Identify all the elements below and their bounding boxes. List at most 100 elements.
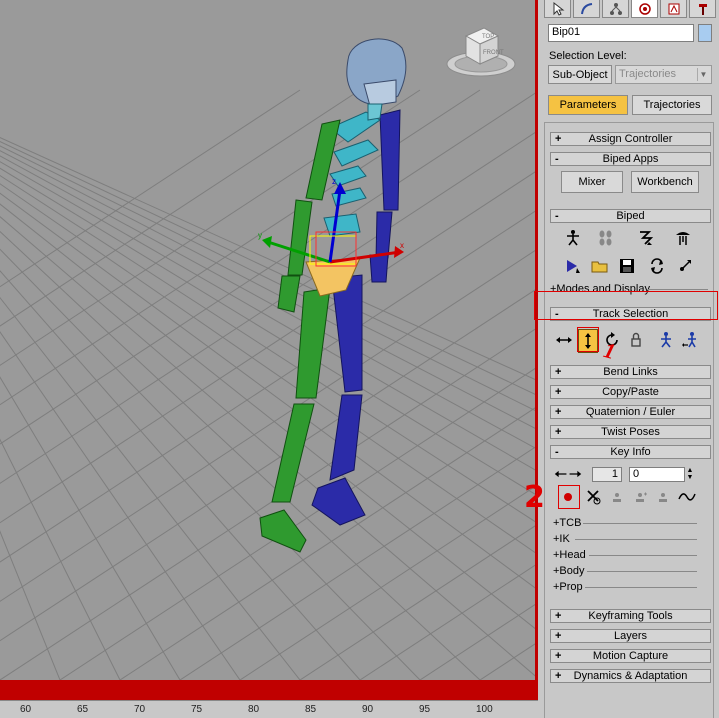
save-file-icon[interactable]	[616, 255, 638, 277]
next-key-icon[interactable]	[568, 463, 582, 485]
figure-mode-icon[interactable]	[562, 227, 584, 249]
biped-right-upper-arm[interactable]	[379, 109, 401, 211]
rollout-title: Assign Controller	[588, 133, 673, 145]
highlight-box-body-vertical	[577, 327, 599, 352]
expand-icon: +	[555, 366, 562, 378]
expand-icon: +	[555, 670, 562, 682]
modify-tab-arc-icon[interactable]	[573, 0, 600, 18]
time-slider[interactable]	[0, 680, 538, 700]
key-info-prop-section[interactable]: +Prop	[553, 581, 583, 593]
rollout-motion-capture[interactable]: + Motion Capture	[550, 649, 711, 663]
footstep-mode-icon[interactable]	[595, 227, 617, 249]
rollout-title: Twist Poses	[601, 426, 660, 438]
rollout-title: Motion Capture	[592, 650, 669, 662]
motion-flow-mode-icon[interactable]	[635, 227, 657, 249]
object-color-swatch[interactable]	[698, 24, 712, 42]
lock-cop-icon[interactable]	[625, 329, 647, 351]
utilities-tab-hammer-icon[interactable]	[689, 0, 716, 18]
body-horizontal-icon[interactable]	[553, 329, 575, 351]
key-info-tcb-section[interactable]: +TCB	[553, 517, 581, 529]
svg-text:y: y	[258, 231, 262, 240]
rollout-title: Key Info	[610, 446, 651, 458]
time-spinner[interactable]: ▲ ▼	[686, 467, 694, 482]
expand-icon: +	[555, 386, 562, 398]
sub-object-button[interactable]: Sub-Object	[548, 65, 612, 84]
trajectories-button[interactable]: Trajectories	[632, 95, 712, 115]
rollout-assign-controller[interactable]: + Assign Controller	[550, 132, 711, 146]
key-info-ik-section[interactable]: +IK	[553, 533, 570, 545]
biped-head[interactable]	[346, 38, 407, 107]
ruler-tick: 100	[476, 704, 493, 715]
playback-icon[interactable]	[562, 255, 584, 277]
rollout-copy-paste[interactable]: + Copy/Paste	[550, 385, 711, 399]
rollout-biped-apps[interactable]: - Biped Apps	[550, 152, 711, 166]
display-tab-icon[interactable]	[660, 0, 687, 18]
expand-icon: +	[555, 426, 562, 438]
collapse-icon: -	[555, 446, 559, 458]
set-planted-key-icon[interactable]	[606, 486, 628, 508]
object-name-field[interactable]: Bip01	[548, 24, 694, 42]
ruler-tick: 60	[20, 704, 32, 715]
convert-icon[interactable]	[646, 255, 668, 277]
expand-icon: +	[555, 610, 562, 622]
rollout-title: Copy/Paste	[602, 386, 659, 398]
rollout-title: Dynamics & Adaptation	[573, 670, 688, 682]
sub-object-dropdown[interactable]: Trajectories ▼	[615, 65, 712, 84]
ruler-tick: 80	[248, 704, 260, 715]
set-sliding-key-icon[interactable]	[629, 486, 651, 508]
mixer-mode-icon[interactable]	[672, 227, 694, 249]
biped-spine-5[interactable]	[323, 213, 361, 237]
motion-tab-icon[interactable]	[631, 0, 658, 18]
rollout-twist-poses[interactable]: + Twist Poses	[550, 425, 711, 439]
rollout-bend-links[interactable]: + Bend Links	[550, 365, 711, 379]
biped-left-calf[interactable]	[271, 403, 315, 503]
ruler-tick: 90	[362, 704, 374, 715]
divider	[589, 555, 697, 556]
biped-figure[interactable]: y x z	[0, 0, 538, 680]
collapse-icon: -	[555, 153, 559, 165]
rollout-title: Biped Apps	[602, 153, 659, 165]
biped-right-foot[interactable]	[311, 477, 366, 526]
symmetrical-icon[interactable]	[655, 329, 677, 351]
rollout-title: Layers	[613, 630, 648, 642]
opposite-icon[interactable]	[679, 329, 701, 351]
hierarchy-tab-icon[interactable]	[602, 0, 629, 18]
rollout-dynamics-adaptation[interactable]: + Dynamics & Adaptation	[550, 669, 711, 683]
biped-left-hand[interactable]	[277, 275, 301, 313]
delete-key-icon[interactable]	[583, 486, 605, 508]
key-time-field[interactable]: 0	[629, 467, 685, 482]
biped-right-hand[interactable]	[369, 254, 389, 283]
biped-left-thigh[interactable]	[295, 287, 331, 399]
biped-right-calf[interactable]	[329, 394, 363, 481]
biped-left-foot[interactable]	[259, 509, 307, 553]
rollout-quaternion-euler[interactable]: + Quaternion / Euler	[550, 405, 711, 419]
key-info-body-section[interactable]: +Body	[553, 565, 585, 577]
rollout-key-info[interactable]: - Key Info	[550, 445, 711, 459]
parameters-button[interactable]: Parameters	[548, 95, 628, 115]
divider	[583, 523, 697, 524]
trajectories-curve-icon[interactable]	[676, 486, 698, 508]
rollout-layers[interactable]: + Layers	[550, 629, 711, 643]
open-file-icon[interactable]	[589, 255, 611, 277]
rollout-keyframing-tools[interactable]: + Keyframing Tools	[550, 609, 711, 623]
rollout-title: Quaternion / Euler	[585, 406, 676, 418]
rollout-biped[interactable]: - Biped	[550, 209, 711, 223]
move-all-mode-icon[interactable]	[674, 255, 696, 277]
expand-icon: +	[555, 133, 562, 145]
svg-text:z: z	[332, 177, 336, 186]
biped-left-upper-arm[interactable]	[305, 119, 341, 201]
create-tab-select-cursor-icon[interactable]	[544, 0, 571, 18]
expand-icon: +	[555, 650, 562, 662]
divider	[575, 539, 697, 540]
track-bar-ruler[interactable]: 60 65 70 75 80 85 90 95 100	[0, 700, 538, 718]
perspective-viewport[interactable]: TOP FRONT y x z	[0, 0, 538, 680]
workbench-button[interactable]: Workbench	[631, 171, 699, 193]
previous-key-icon[interactable]	[554, 463, 568, 485]
key-number-field[interactable]: 1	[592, 467, 622, 482]
key-info-head-section[interactable]: +Head	[553, 549, 586, 561]
set-free-key-icon[interactable]	[652, 486, 674, 508]
mixer-button[interactable]: Mixer	[561, 171, 623, 193]
rollout-title: Keyframing Tools	[588, 610, 673, 622]
biped-spine-2[interactable]	[333, 139, 379, 167]
rollout-container: + Assign Controller - Biped Apps Mixer W…	[544, 122, 714, 718]
